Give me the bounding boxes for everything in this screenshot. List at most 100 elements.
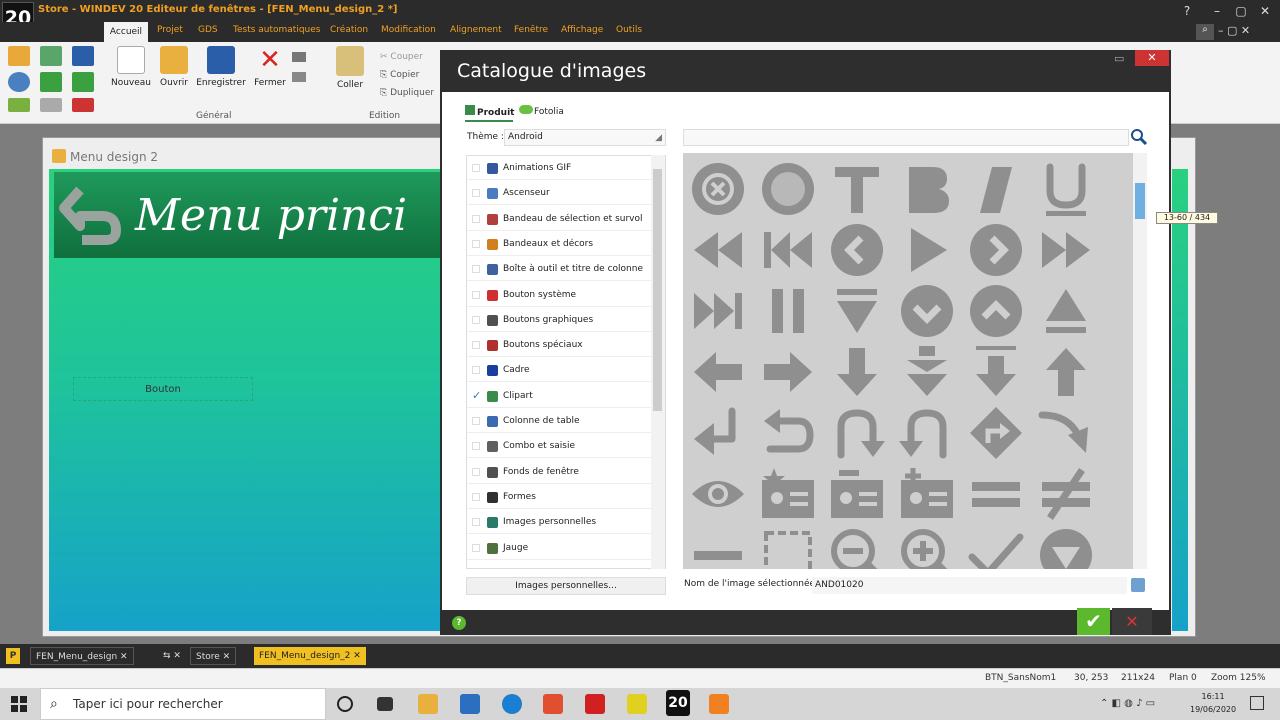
minus-icon[interactable] [690, 527, 746, 569]
down-triangle-bar-icon[interactable] [829, 283, 885, 339]
skip-forward-icon[interactable] [690, 283, 746, 339]
couper-button[interactable]: ✂ Couper [380, 52, 423, 62]
copier-button[interactable]: ⎘ Copier [380, 70, 419, 80]
gallery-scroll-thumb[interactable] [1135, 183, 1145, 219]
category-item[interactable]: Boutons spéciaux [467, 333, 652, 358]
coller-button[interactable]: Coller [325, 46, 375, 90]
undo-icon[interactable] [8, 98, 30, 112]
images-perso-button[interactable]: Images personnelles... [466, 577, 666, 595]
tab-outils[interactable]: Outils [616, 25, 642, 35]
go-project-icon[interactable] [72, 72, 94, 92]
doc-tab-fen-menu-design-2[interactable]: FEN_Menu_design_2 ✕ [254, 647, 366, 665]
rewind-icon[interactable] [690, 222, 746, 278]
contact-card-star-icon[interactable] [760, 466, 816, 522]
play-icon[interactable] [899, 222, 955, 278]
chevron-right-circle-icon[interactable] [968, 222, 1024, 278]
vlc-icon[interactable] [709, 694, 729, 714]
category-item[interactable]: Formes [467, 485, 652, 509]
category-item[interactable]: Bandeau de sélection et survol [467, 207, 652, 231]
globe-icon[interactable] [760, 161, 816, 217]
arrow-up-icon[interactable] [1038, 344, 1094, 400]
category-item[interactable]: Animations GIF [467, 156, 652, 180]
category-item[interactable]: Bouton système [467, 283, 652, 307]
up-triangle-bar-icon[interactable] [1038, 283, 1094, 339]
chevron-down-circle-icon[interactable] [899, 283, 955, 339]
tab-modification[interactable]: Modification [381, 25, 436, 35]
checkbox-icon[interactable] [472, 467, 480, 476]
project-icon[interactable] [40, 46, 62, 66]
close-icon[interactable]: ✕ [1254, 0, 1276, 22]
edge-icon[interactable] [502, 694, 522, 714]
folder-icon[interactable] [8, 46, 30, 66]
tab-tests[interactable]: Tests automatiques [233, 25, 320, 35]
minimize-icon[interactable]: – [1206, 0, 1228, 22]
checkbox-icon[interactable] [472, 518, 480, 527]
curved-arrow-icon[interactable] [1038, 405, 1094, 461]
chevron-left-circle-icon[interactable] [829, 222, 885, 278]
diamond-turn-icon[interactable] [968, 405, 1024, 461]
print-tools[interactable] [292, 52, 316, 98]
zoom-in-icon[interactable] [899, 527, 955, 569]
checkbox-icon[interactable] [472, 543, 480, 552]
cancel-button[interactable]: ✕ [1112, 608, 1152, 635]
tab-affichage[interactable]: Affichage [561, 25, 603, 35]
category-item[interactable]: Jauge [467, 536, 652, 560]
go-icon[interactable] [40, 72, 62, 92]
arrow-right-icon[interactable] [760, 344, 816, 400]
check-icon[interactable] [968, 527, 1024, 569]
help-icon[interactable]: ? [1176, 0, 1198, 22]
tab-close-icon[interactable]: ✕ [353, 651, 361, 661]
category-item[interactable]: Boîte à outil et titre de colonne [467, 257, 652, 282]
selected-image-name[interactable]: AND01020 [812, 577, 1127, 594]
category-item[interactable]: Bandeaux et décors [467, 232, 652, 256]
category-scrollbar[interactable] [651, 155, 665, 569]
contact-card-icon[interactable] [829, 466, 885, 522]
category-item[interactable]: Boutons graphiques [467, 308, 652, 332]
u-turn-down-icon[interactable] [829, 405, 885, 461]
app-icon[interactable] [543, 694, 563, 714]
dialog-maximize-icon[interactable]: ▭ [1114, 52, 1124, 65]
doc-tab-fen-menu-design[interactable]: FEN_Menu_design ✕ [30, 647, 134, 665]
zoom-out-icon[interactable] [829, 527, 885, 569]
category-scroll-thumb[interactable] [653, 169, 662, 411]
tab-alignement[interactable]: Alignement [450, 25, 502, 35]
checkbox-icon[interactable] [472, 315, 480, 324]
refresh-icon[interactable] [8, 72, 30, 92]
chevron-up-circle-icon[interactable] [968, 283, 1024, 339]
project-explorer-icon[interactable]: P [6, 648, 20, 664]
tab-gds[interactable]: GDS [198, 25, 218, 35]
skip-back-icon[interactable] [760, 222, 816, 278]
theme-select[interactable]: Android ◢ [504, 129, 666, 146]
u-turn-down-alt-icon[interactable] [898, 405, 955, 461]
bouton-control[interactable]: Bouton [73, 377, 253, 401]
bold-icon[interactable] [899, 161, 955, 217]
not-equal-icon[interactable] [1038, 466, 1094, 522]
category-item[interactable]: Fonds de fenêtre [467, 460, 652, 484]
checkbox-icon[interactable] [472, 189, 480, 198]
arrow-left-icon[interactable] [690, 344, 746, 400]
doc-tab-store[interactable]: Store ✕ [190, 647, 237, 665]
tab-fotolia[interactable]: Fotolia [519, 105, 564, 117]
copy-name-icon[interactable] [1131, 578, 1145, 592]
tab-close-icon[interactable]: ✕ [223, 652, 231, 662]
search-button-icon[interactable] [1130, 128, 1148, 146]
checkbox-icon[interactable] [472, 290, 480, 299]
checkbox-checked-icon[interactable]: ✓ [472, 384, 481, 402]
dupliquer-button[interactable]: ⎘ Dupliquer [380, 88, 434, 98]
tab-accueil[interactable]: Accueil [104, 22, 148, 42]
cortana-icon[interactable] [337, 696, 353, 712]
tab-fenetre[interactable]: Fenêtre [514, 25, 548, 35]
down-circle-icon[interactable] [1038, 527, 1094, 569]
properties-icon[interactable] [72, 98, 94, 112]
checkbox-icon[interactable] [472, 442, 480, 451]
task-view-icon[interactable] [377, 697, 393, 711]
checkbox-icon[interactable] [472, 239, 480, 248]
tab-close-icon[interactable]: ✕ [120, 652, 128, 662]
checkbox-icon[interactable] [472, 366, 480, 375]
return-icon[interactable] [690, 405, 746, 461]
category-item[interactable]: Combo et saisie [467, 434, 652, 459]
doc-window-controls[interactable]: – ▢ ✕ [1218, 24, 1278, 40]
text-icon[interactable] [829, 161, 885, 217]
italic-icon[interactable] [968, 161, 1024, 217]
checkbox-icon[interactable] [472, 265, 480, 274]
